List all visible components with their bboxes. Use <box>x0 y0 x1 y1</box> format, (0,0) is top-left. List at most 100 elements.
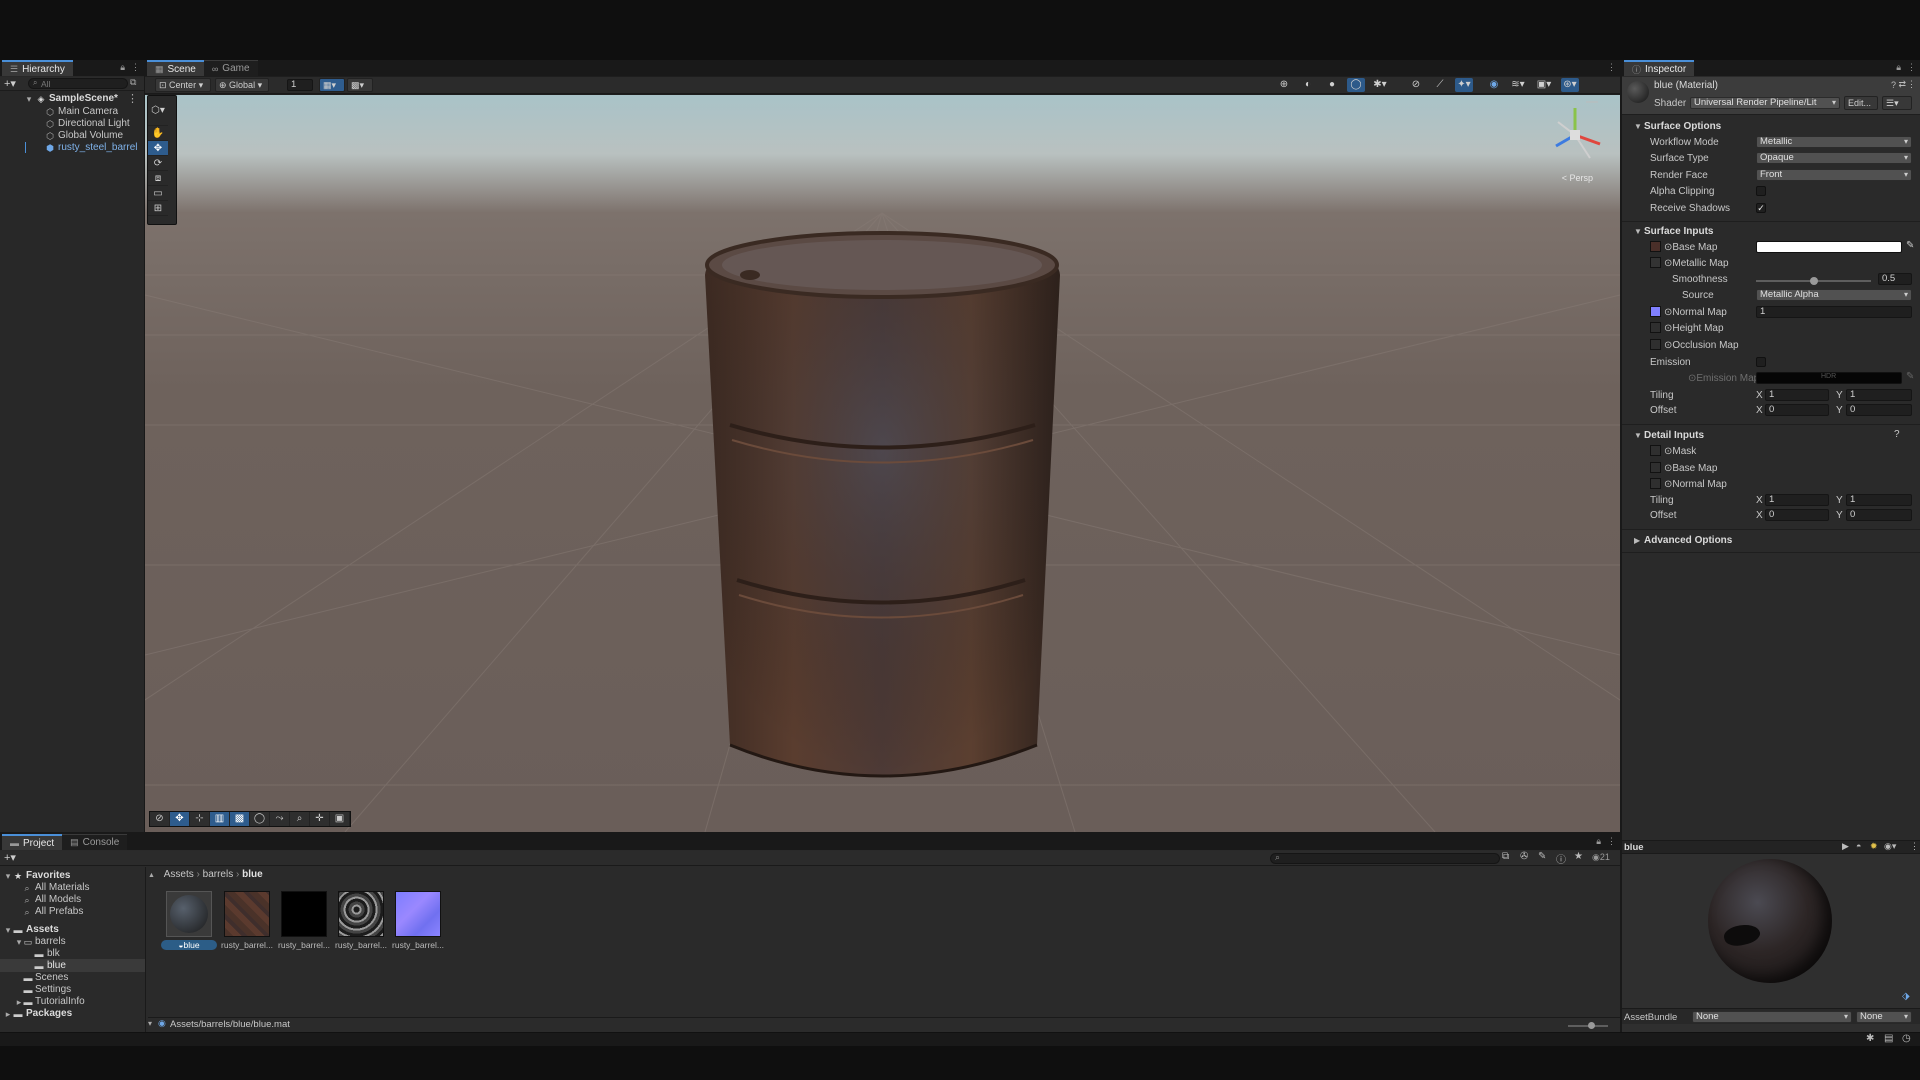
smoothness-value-field[interactable]: 0.5 <box>1878 273 1912 285</box>
hierarchy-item-rusty-steel-barrel[interactable]: ⬢ rusty_steel_barrel <box>0 141 144 154</box>
foldout-arrow-icon[interactable]: ▼ <box>1634 227 1642 236</box>
debug-draw-icon[interactable]: ✱▾ <box>1371 78 1389 92</box>
help-icon[interactable]: ? <box>1894 429 1900 440</box>
breadcrumb-up-icon[interactable]: ▲ <box>148 872 155 879</box>
add-plus-icon[interactable]: +▾ <box>4 77 16 90</box>
bug-icon[interactable]: ✱ <box>1866 1033 1874 1044</box>
space-dropdown[interactable]: ⊕ Global ▾ <box>215 78 269 92</box>
chevron-right-icon[interactable]: ▸ <box>3 1009 13 1019</box>
base-map-color-field[interactable] <box>1756 241 1902 253</box>
breadcrumb-assets[interactable]: Assets <box>164 869 194 880</box>
shading-wireframe-icon[interactable]: ◐ <box>1299 78 1317 92</box>
overlay-grid-icon[interactable]: ▥ <box>210 812 230 826</box>
shader-edit-button[interactable]: Edit... <box>1844 96 1878 110</box>
surface-inputs-header[interactable]: Surface Inputs <box>1644 226 1713 237</box>
shader-dropdown[interactable]: Universal Render Pipeline/Lit <box>1690 97 1840 109</box>
detail-base-map-slot[interactable] <box>1650 462 1661 473</box>
tab-scene[interactable]: ▦ Scene <box>147 60 204 76</box>
kebab-menu-icon[interactable]: ⋮ <box>1607 836 1616 847</box>
lock-icon[interactable]: 🔒︎ <box>1596 836 1601 847</box>
play-icon[interactable]: ▶ <box>1842 841 1849 852</box>
detail-tiling-y-field[interactable]: 1 <box>1846 494 1912 506</box>
foldout-arrow-icon[interactable]: ▶ <box>1634 536 1640 545</box>
gizmos-icon[interactable]: ⊛▾ <box>1561 78 1579 92</box>
asset-thumb-roughness[interactable] <box>338 891 384 937</box>
persp-label[interactable]: < Persp <box>1562 173 1593 183</box>
overlay-pivot-icon[interactable]: ⊹ <box>190 812 210 826</box>
tab-game[interactable]: ∞ Game <box>203 60 258 76</box>
asset-thumb-blue-material[interactable] <box>166 891 212 937</box>
smoothness-slider-track[interactable] <box>1756 277 1871 285</box>
shading-shaded-icon[interactable]: ● <box>1323 78 1341 92</box>
eyedropper-icon[interactable]: ✎ <box>1906 371 1914 382</box>
surface-options-header[interactable]: Surface Options <box>1644 121 1721 132</box>
overlay-axis-icon[interactable]: ✛ <box>310 812 330 826</box>
normal-map-slot[interactable] <box>1650 306 1661 317</box>
move-tool-icon[interactable]: ✥ <box>148 141 168 156</box>
assetbundle-variant-dropdown[interactable]: None <box>1856 1011 1912 1023</box>
scene-viewport[interactable]: ⬡▾ ✋ ✥ ⟳ ⧈ ▭ ⊞ < Persp ⊘ ✥ ⊹ ▥ ▩ ◯ ⤳ ⌕ ✛… <box>145 95 1620 832</box>
kebab-menu-icon[interactable]: ⋮ <box>1910 841 1919 852</box>
effects-icon[interactable]: ✦▾ <box>1455 78 1473 92</box>
detail-mask-slot[interactable] <box>1650 445 1661 456</box>
create-plus-icon[interactable]: +▾ <box>4 851 16 864</box>
shading-lit-icon[interactable]: ◯ <box>1347 78 1365 92</box>
hand-tool-icon[interactable]: ✋ <box>148 126 168 141</box>
progress-check-icon[interactable]: ◷ <box>1902 1033 1911 1044</box>
overlay-move-icon[interactable]: ✥ <box>170 812 190 826</box>
tag-icon[interactable]: ⬗ <box>1902 991 1910 1002</box>
asset-thumb-basemap[interactable] <box>224 891 270 937</box>
detail-normal-map-slot[interactable] <box>1650 478 1661 489</box>
lighting-off-icon[interactable]: ⊘ <box>1407 78 1425 92</box>
star-icon[interactable]: ★ <box>1574 851 1583 862</box>
project-search-input[interactable] <box>1270 853 1500 864</box>
chevron-down-icon[interactable]: ▾ <box>3 925 13 935</box>
asset-thumb-metallic[interactable] <box>281 891 327 937</box>
source-dropdown[interactable]: Metallic Alpha <box>1756 289 1912 301</box>
overlay-camera-icon[interactable]: ▣ <box>330 812 350 826</box>
overlay-path-icon[interactable]: ⤳ <box>270 812 290 826</box>
smoothness-slider-thumb[interactable] <box>1809 277 1818 285</box>
tiling-y-field[interactable]: 1 <box>1846 389 1912 401</box>
chevron-down-icon[interactable]: ▾ <box>3 871 13 881</box>
assetbundle-dropdown[interactable]: None <box>1692 1011 1852 1023</box>
lock-icon[interactable]: 🔒︎ <box>120 62 125 73</box>
transform-tool-icon[interactable]: ⊞ <box>148 201 168 216</box>
normal-scale-field[interactable]: 1 <box>1756 306 1912 318</box>
detail-offset-y-field[interactable]: 0 <box>1846 509 1912 521</box>
overlay-rotate-icon[interactable]: ◯ <box>250 812 270 826</box>
camera-settings-icon[interactable]: ▣▾ <box>1535 78 1553 92</box>
snap-increment-input[interactable]: 1 <box>287 79 313 91</box>
occlusion-map-slot[interactable] <box>1650 339 1661 350</box>
foldout-arrow-icon[interactable]: ▼ <box>1634 431 1642 440</box>
breadcrumb-barrels[interactable]: barrels <box>203 869 234 880</box>
breadcrumb-blue[interactable]: blue <box>242 869 263 880</box>
tab-inspector[interactable]: ⓘ Inspector <box>1624 60 1695 76</box>
kebab-menu-icon[interactable]: ⋮ <box>1607 62 1616 73</box>
advanced-options-header[interactable]: Advanced Options <box>1644 535 1732 546</box>
lock-icon[interactable]: 🔒︎ <box>1896 62 1901 73</box>
detail-tiling-x-field[interactable]: 1 <box>1765 494 1829 506</box>
search-by-label-icon[interactable]: ✇ <box>1520 851 1528 862</box>
kebab-menu-icon[interactable]: ⋮ <box>131 62 140 73</box>
rotate-tool-icon[interactable]: ⟳ <box>148 156 168 171</box>
shader-options-button[interactable]: ☰▾ <box>1882 96 1912 110</box>
search-by-type-icon[interactable]: ⧉ <box>1502 851 1509 862</box>
grid-snap-toggle[interactable]: ▦▾ <box>319 78 345 92</box>
kebab-menu-icon[interactable]: ⋮ <box>1907 62 1916 73</box>
overlay-snap-icon[interactable]: ▩ <box>230 812 250 826</box>
tab-hierarchy[interactable]: ☰ Hierarchy <box>2 60 73 76</box>
workflow-mode-dropdown[interactable]: Metallic <box>1756 136 1912 148</box>
material-preview-sphere[interactable] <box>1708 859 1832 983</box>
emission-color-field[interactable]: HDR <box>1756 372 1902 384</box>
audio-off-icon[interactable]: ⟋ <box>1431 78 1449 92</box>
packages-row[interactable]: ▸ ▬ Packages <box>0 1007 145 1020</box>
increment-snap-toggle[interactable]: ▩▾ <box>347 78 373 92</box>
layers-icon[interactable]: ≋▾ <box>1509 78 1527 92</box>
barrel-model[interactable] <box>145 95 1620 832</box>
view-options-icon[interactable]: ⬡▾ <box>148 96 168 126</box>
draw-mode-icon[interactable]: ⊕ <box>1275 78 1293 92</box>
tab-project[interactable]: ▬ Project <box>2 834 63 850</box>
light-icon[interactable]: ✹ <box>1870 841 1878 852</box>
header-kebab-icon[interactable]: ⋮ <box>1907 79 1916 90</box>
